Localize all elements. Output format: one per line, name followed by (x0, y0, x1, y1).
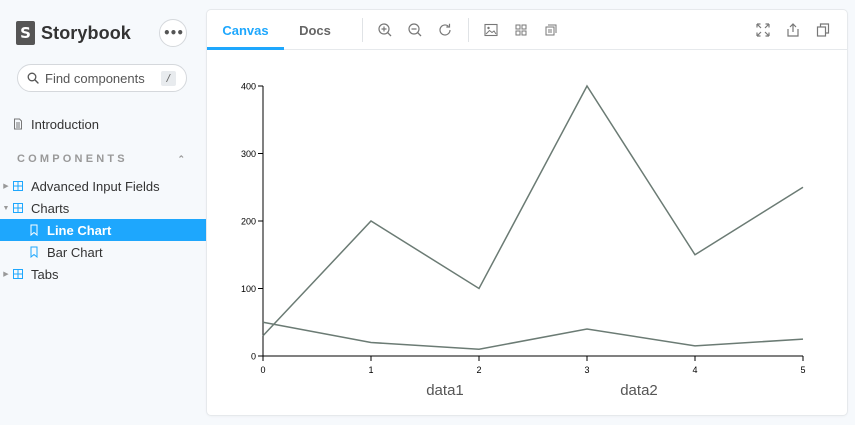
search-icon (27, 72, 39, 84)
sidebar-menu-button[interactable]: ••• (159, 19, 187, 47)
preview-panel: Canvas Docs 0 100 200 300 400 0 1 2 3 4 … (207, 10, 847, 415)
fullscreen-icon[interactable] (753, 20, 773, 40)
ellipsis-icon: ••• (162, 26, 184, 40)
zoom-out-icon[interactable] (405, 20, 425, 40)
section-title: COMPONENTS (17, 153, 128, 165)
sidebar-item-bar-chart[interactable]: Bar Chart (0, 241, 207, 263)
component-icon (12, 268, 24, 280)
sidebar-item-label: Line Chart (47, 222, 112, 238)
legend-item-data2: data2 (620, 382, 658, 399)
sidebar-item-label: Bar Chart (47, 244, 103, 260)
copy-icon[interactable] (813, 20, 833, 40)
sidebar-item-line-chart[interactable]: Line Chart (0, 219, 207, 241)
component-icon (12, 202, 24, 214)
zoom-reset-icon[interactable] (435, 20, 455, 40)
brand-name: Storybook (41, 22, 131, 43)
bookmark-icon (28, 224, 40, 236)
tab-docs[interactable]: Docs (284, 10, 346, 50)
chevron-right-icon: ▶ (3, 183, 9, 190)
component-icon (12, 180, 24, 192)
zoom-in-icon[interactable] (375, 20, 395, 40)
x-tick-label: 4 (692, 365, 697, 375)
search-box[interactable]: / (17, 64, 187, 92)
components-section-header[interactable]: COMPONENTS ⌃ (17, 153, 185, 165)
x-tick-label: 3 (584, 365, 589, 375)
search-shortcut-key: / (161, 71, 176, 86)
series-line-data1 (262, 84, 804, 337)
sidebar-item-label: Advanced Input Fields (31, 178, 160, 194)
background-icon[interactable] (481, 20, 501, 40)
chevron-down-icon: ▼ (2, 204, 10, 212)
search-input[interactable] (45, 70, 155, 86)
sidebar-item-label: Introduction (31, 116, 99, 132)
sidebar-item-tabs[interactable]: ▶ Tabs (0, 263, 207, 285)
y-tick-label: 0 (251, 352, 256, 362)
grid-icon[interactable] (511, 20, 531, 40)
sidebar-item-advanced-input-fields[interactable]: ▶ Advanced Input Fields (0, 175, 207, 197)
x-tick-label: 1 (368, 365, 373, 375)
series-line-data2 (262, 321, 804, 351)
y-tick-label: 300 (241, 149, 256, 159)
document-icon (12, 118, 24, 130)
preview-toolbar: Canvas Docs (207, 10, 847, 50)
collapse-toggle-icon[interactable]: ⌃ (177, 154, 185, 165)
toolbar-divider (468, 18, 469, 42)
y-tick-label: 400 (241, 82, 256, 92)
storybook-brand[interactable]: S Storybook (16, 21, 131, 45)
x-tick-label: 0 (260, 365, 265, 375)
sidebar-item-label: Charts (31, 200, 70, 216)
outline-icon[interactable] (541, 20, 561, 40)
sidebar: S Storybook ••• / Introduction COMPONENT… (0, 0, 207, 425)
x-tick-label: 5 (800, 365, 805, 375)
sidebar-item-charts[interactable]: ▼ Charts (0, 197, 207, 219)
sidebar-item-label: Tabs (31, 266, 59, 282)
x-tick-label: 2 (476, 365, 481, 375)
toolbar-divider (362, 18, 363, 42)
chevron-right-icon: ▶ (3, 271, 9, 278)
share-icon[interactable] (783, 20, 803, 40)
bookmark-icon (28, 246, 40, 258)
sidebar-item-introduction[interactable]: Introduction (0, 113, 207, 135)
storybook-logo: S (16, 21, 35, 45)
y-tick-label: 200 (241, 217, 256, 227)
tab-canvas[interactable]: Canvas (207, 10, 284, 50)
legend-item-data1: data1 (426, 382, 464, 399)
y-tick-label: 100 (241, 284, 256, 294)
line-chart: 0 100 200 300 400 0 1 2 3 4 5 data1 data2 (241, 82, 806, 400)
